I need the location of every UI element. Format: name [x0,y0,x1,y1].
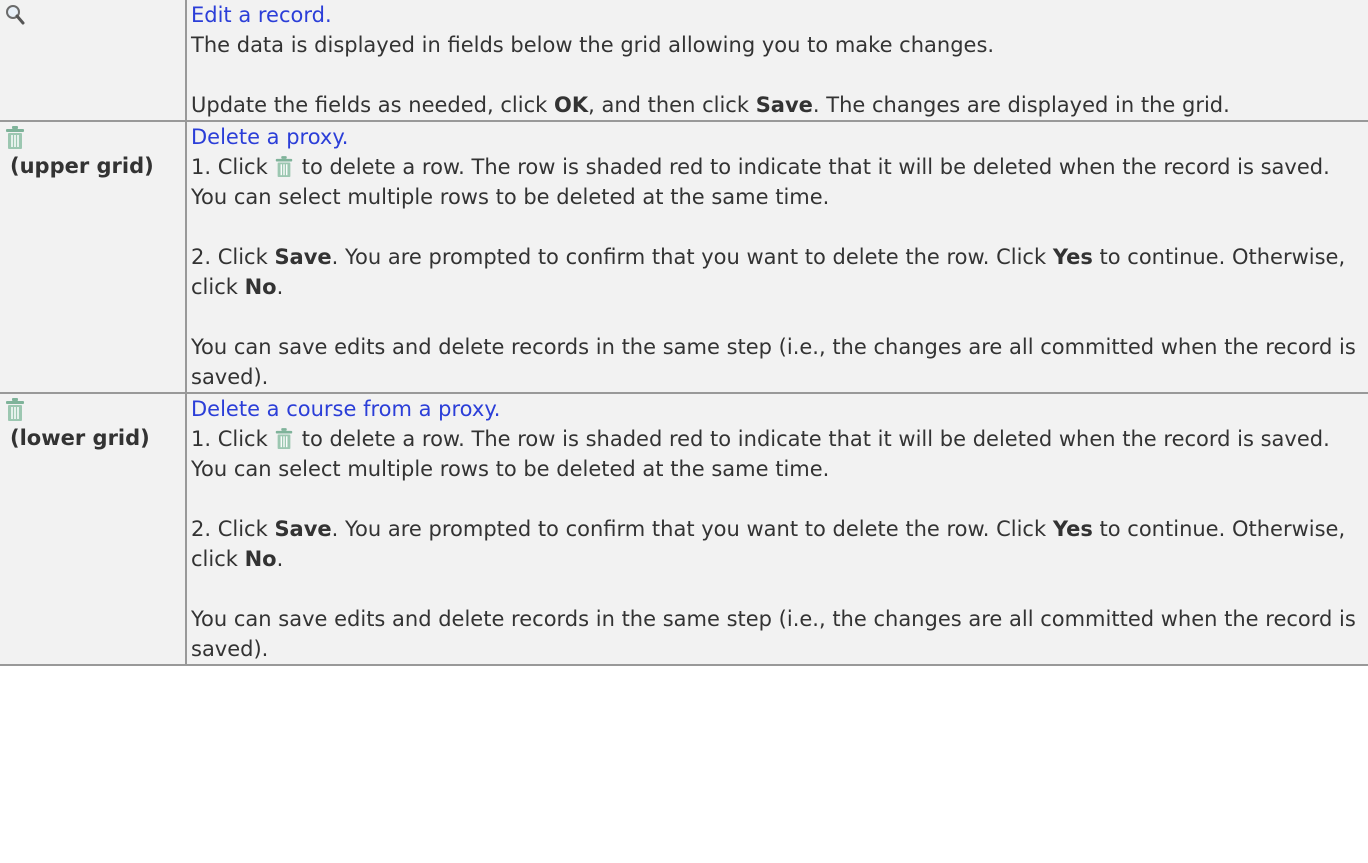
help-table: Edit a record. The data is displayed in … [0,0,1368,666]
step-2: 2. Click Save. You are prompted to confi… [191,517,1346,571]
trash-icon [275,156,292,177]
delete-proxy-link[interactable]: Delete a proxy. [191,125,348,149]
magnifier-icon[interactable] [4,4,26,26]
icon-cell: (upper grid) [0,120,187,394]
trash-icon[interactable] [4,398,26,422]
description-text: Update the fields as needed, click OK, a… [191,93,1230,117]
table-row: Edit a record. The data is displayed in … [0,0,1368,122]
trash-icon[interactable] [4,126,26,150]
grid-note: (upper grid) [10,154,154,178]
table-row: (upper grid) Delete a proxy. 1. Click to… [0,120,1368,394]
step-1: 1. Click to delete a row. The row is sha… [191,427,1330,481]
description-cell: Edit a record. The data is displayed in … [185,0,1368,122]
edit-record-link[interactable]: Edit a record. [191,3,332,27]
description-text: You can save edits and delete records in… [191,607,1356,661]
description-cell: Delete a course from a proxy. 1. Click t… [185,392,1368,666]
description-text: The data is displayed in fields below th… [191,33,995,57]
icon-cell: (lower grid) [0,392,187,666]
step-1: 1. Click to delete a row. The row is sha… [191,155,1330,209]
delete-course-link[interactable]: Delete a course from a proxy. [191,397,500,421]
grid-note: (lower grid) [10,426,150,450]
trash-icon [275,428,292,449]
description-cell: Delete a proxy. 1. Click to delete a row… [185,120,1368,394]
step-2: 2. Click Save. You are prompted to confi… [191,245,1346,299]
table-row: (lower grid) Delete a course from a prox… [0,392,1368,666]
description-text: You can save edits and delete records in… [191,335,1356,389]
icon-cell [0,0,187,122]
